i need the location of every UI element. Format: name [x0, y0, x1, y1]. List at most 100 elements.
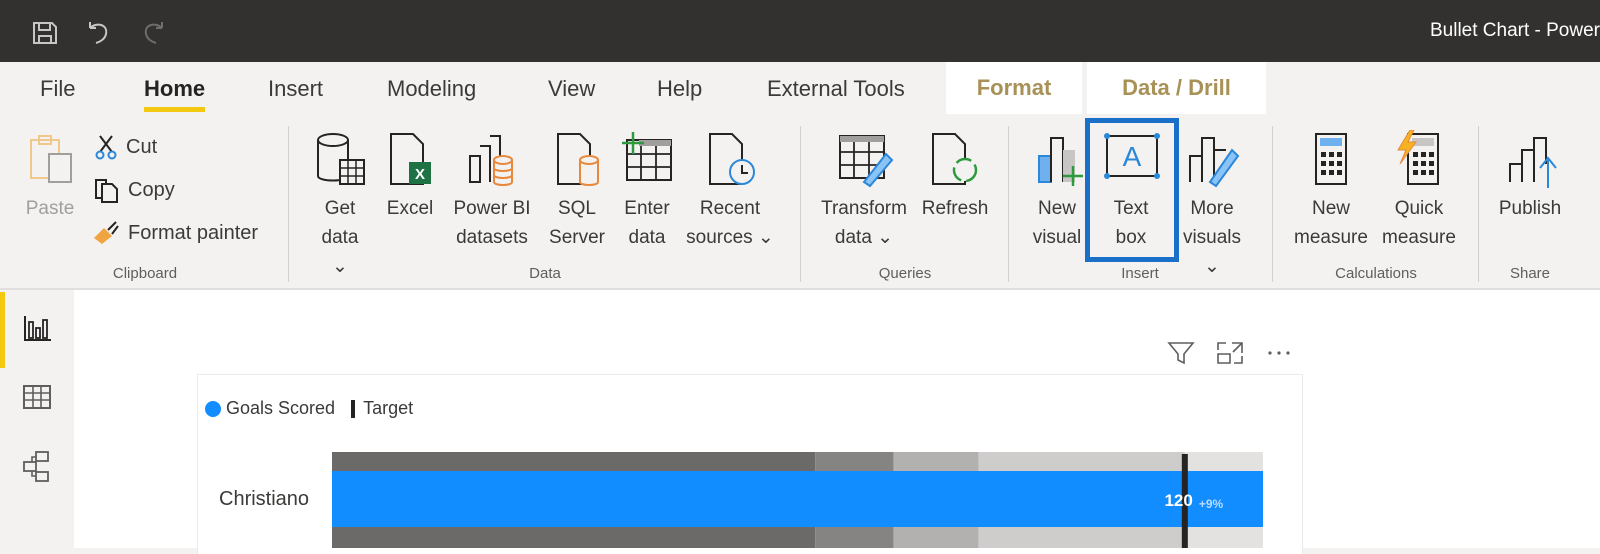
redo-icon[interactable] [138, 20, 168, 46]
cut-button[interactable]: Cut [94, 134, 157, 160]
get-data-icon [317, 133, 365, 185]
sql-server-label-1: SQL [557, 198, 597, 219]
paste-icon [30, 135, 72, 183]
enter-data-label-2: data [628, 227, 666, 248]
legend-label-target: Target [363, 398, 414, 418]
report-view-icon[interactable] [20, 310, 54, 344]
transform-data-icon [839, 135, 894, 188]
ribbon-separator [1008, 126, 1009, 282]
new-visual-label-1: New [1037, 198, 1076, 219]
share-group-label: Share [1509, 265, 1551, 282]
tab-help[interactable]: Help [657, 76, 702, 102]
more-visuals-icon [1189, 137, 1240, 188]
copy-label: Copy [128, 178, 175, 201]
text-box-highlight [1085, 118, 1179, 262]
active-view-indicator [0, 292, 5, 368]
new-measure-button[interactable]: New measure [1286, 130, 1376, 252]
view-switcher [0, 290, 74, 548]
legend-label-goals: Goals Scored [226, 398, 336, 418]
powerbi-datasets-button[interactable]: Power BI datasets [448, 130, 536, 252]
quick-measure-button[interactable]: Quick measure [1374, 130, 1464, 252]
tab-view[interactable]: View [548, 76, 595, 102]
get-data-label-2: data ⌄ [321, 227, 359, 277]
ribbon-separator [1478, 126, 1479, 282]
transform-data-label-2: data ⌄ [834, 227, 894, 248]
data-label-delta: +9% [1199, 497, 1224, 511]
queries-group-label: Queries [878, 265, 932, 282]
save-icon[interactable] [30, 20, 60, 46]
sql-server-icon [557, 133, 599, 186]
ribbon-separator [800, 126, 801, 282]
goals-scored-bar[interactable] [332, 471, 1263, 527]
quick-measure-label-1: Quick [1394, 198, 1444, 219]
cut-label: Cut [126, 135, 158, 158]
legend-marker-goals [205, 400, 221, 417]
refresh-icon [932, 133, 978, 185]
ribbon-tabs: File Home Insert Modeling View Help Exte… [0, 62, 1600, 114]
format-painter-icon [94, 221, 119, 244]
publish-icon [1509, 137, 1557, 188]
insert-group-label: Insert [1121, 265, 1159, 282]
tab-home[interactable]: Home [144, 76, 206, 112]
category-label: Christiano [219, 488, 310, 510]
quick-measure-label-2: measure [1382, 227, 1456, 248]
recent-sources-label-1: Recent [699, 198, 761, 219]
transform-data-label-1: Transform [821, 198, 907, 219]
tab-modeling[interactable]: Modeling [387, 76, 476, 102]
new-visual-icon [1038, 137, 1083, 186]
ribbon: Paste Cut Copy Format painter Clipboard … [0, 114, 1600, 290]
enter-data-button[interactable]: Enter data [616, 130, 678, 252]
more-options-icon[interactable] [1265, 340, 1295, 366]
cut-icon [95, 135, 117, 160]
focus-mode-icon[interactable] [1215, 340, 1245, 366]
enter-data-icon [622, 132, 672, 181]
excel-label: Excel [386, 198, 434, 219]
paste-button[interactable]: Paste [20, 132, 80, 223]
new-measure-label-1: New [1311, 198, 1350, 219]
recent-sources-button[interactable]: Recent sources ⌄ [686, 130, 774, 252]
more-visuals-label-2: visuals ⌄ [1182, 227, 1242, 277]
tab-format[interactable]: Format [946, 62, 1082, 114]
refresh-button[interactable]: Refresh [918, 130, 992, 223]
recent-sources-label-2: sources ⌄ [686, 227, 774, 248]
copy-button[interactable]: Copy [92, 176, 175, 204]
recent-sources-icon [709, 133, 755, 185]
excel-icon: X [390, 133, 431, 185]
tab-insert[interactable]: Insert [268, 76, 323, 102]
ribbon-separator [288, 126, 289, 282]
bullet-chart-plot: 120 +9% [332, 452, 1263, 548]
paste-label: Paste [25, 198, 75, 219]
sql-server-label-2: Server [549, 227, 605, 248]
format-painter-button[interactable]: Format painter [92, 220, 258, 246]
data-view-icon[interactable] [20, 380, 54, 414]
tab-file[interactable]: File [40, 76, 75, 102]
more-visuals-button[interactable]: More visuals ⌄ [1176, 130, 1248, 281]
window-title: Bullet Chart - Power [1429, 20, 1600, 41]
powerbi-datasets-label-2: datasets [456, 227, 528, 248]
enter-data-label-1: Enter [624, 198, 670, 219]
title-bar: Bullet Chart - Power [0, 0, 1600, 62]
filter-icon[interactable] [1166, 340, 1196, 366]
calculations-group-label: Calculations [1335, 265, 1417, 282]
publish-button[interactable]: Publish [1492, 130, 1568, 223]
refresh-label: Refresh [921, 198, 989, 219]
get-data-button[interactable]: Get data ⌄ [312, 130, 368, 281]
quick-measure-icon [1397, 130, 1439, 185]
transform-data-button[interactable]: Transform data ⌄ [814, 130, 914, 252]
data-group-label: Data [529, 265, 561, 282]
tab-external-tools[interactable]: External Tools [767, 76, 905, 102]
svg-text:X: X [415, 166, 425, 183]
data-label-value: 120 [1164, 491, 1192, 510]
get-data-label-1: Get [324, 198, 356, 219]
clipboard-group-label: Clipboard [112, 265, 178, 282]
publish-label: Publish [1498, 198, 1562, 219]
sql-server-button[interactable]: SQL Server [544, 130, 610, 252]
undo-icon[interactable] [84, 20, 114, 46]
tab-data-drill[interactable]: Data / Drill [1087, 62, 1266, 114]
excel-button[interactable]: X Excel [384, 130, 436, 223]
new-visual-button[interactable]: New visual [1024, 130, 1090, 252]
new-visual-label-2: visual [1032, 227, 1082, 248]
model-view-icon[interactable] [20, 450, 54, 484]
legend-marker-target [351, 399, 356, 418]
copy-icon [95, 179, 118, 203]
